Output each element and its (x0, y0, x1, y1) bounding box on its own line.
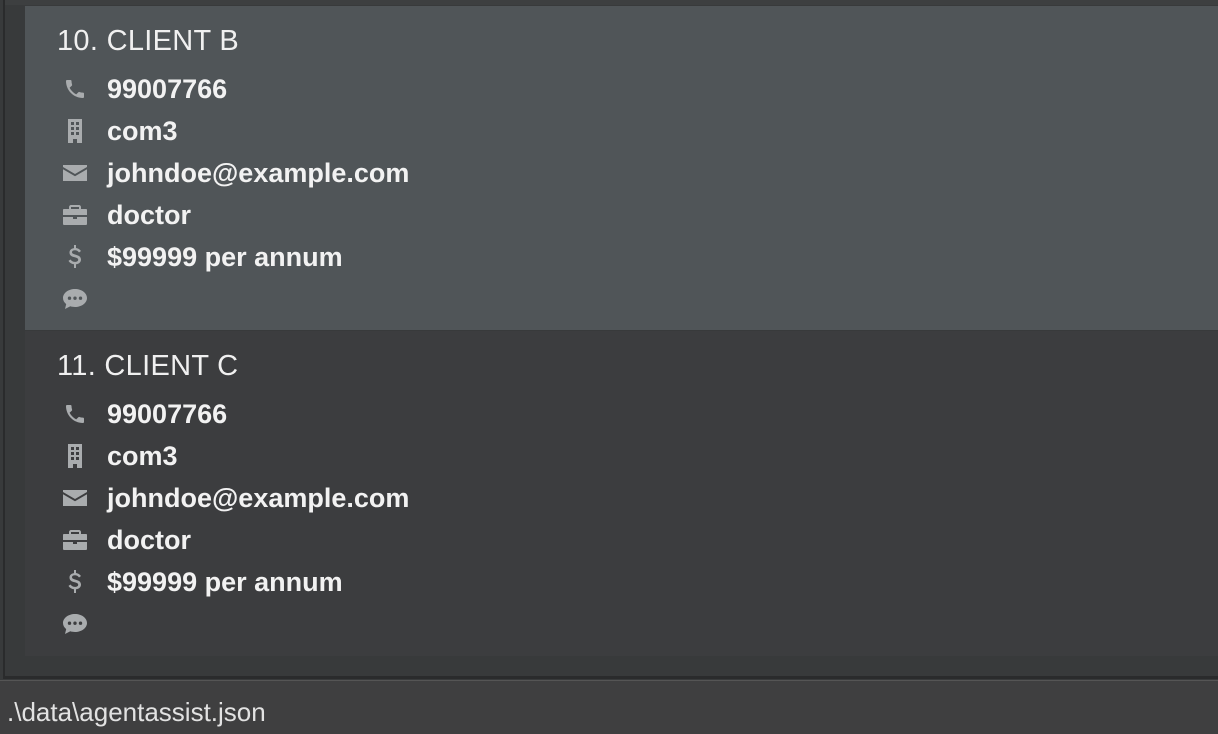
email-value: johndoe@example.com (107, 157, 410, 188)
briefcase-icon (61, 526, 89, 554)
phone-row: 99007766 (61, 399, 227, 429)
building-icon (61, 442, 89, 470)
building-icon (61, 117, 89, 145)
occupation-row: doctor (61, 200, 191, 230)
email-row: johndoe@example.com (61, 158, 409, 188)
comment-icon (61, 610, 89, 638)
client-list[interactable]: 10. CLIENT B 99007766 com3 johndoe@examp… (0, 0, 1218, 680)
company-value: com3 (107, 440, 178, 471)
company-value: com3 (107, 115, 178, 146)
salary-row: $99999 per annum (61, 242, 343, 272)
remark-row (61, 609, 107, 639)
client-card[interactable]: 11. CLIENT C 99007766 com3 johndoe@examp… (25, 331, 1218, 656)
company-row: com3 (61, 441, 178, 471)
company-row: com3 (61, 116, 178, 146)
phone-value: 99007766 (107, 73, 228, 104)
envelope-icon (61, 484, 89, 512)
client-name: 10. CLIENT B (57, 25, 239, 57)
briefcase-icon (61, 201, 89, 229)
email-row: johndoe@example.com (61, 483, 409, 513)
file-path-label: .\data\agentassist.json (7, 697, 266, 727)
email-value: johndoe@example.com (107, 482, 410, 513)
comment-icon (61, 285, 89, 313)
remark-row (61, 284, 107, 314)
client-name: 11. CLIENT C (57, 350, 239, 382)
phone-row: 99007766 (61, 74, 227, 104)
salary-value: $99999 per annum (107, 241, 343, 272)
occupation-value: doctor (107, 524, 191, 555)
envelope-icon (61, 159, 89, 187)
salary-row: $99999 per annum (61, 567, 343, 597)
occupation-value: doctor (107, 199, 191, 230)
salary-value: $99999 per annum (107, 566, 343, 597)
occupation-row: doctor (61, 525, 191, 555)
dollar-icon (61, 243, 89, 271)
phone-icon (61, 75, 89, 103)
app-window: 10. CLIENT B 99007766 com3 johndoe@examp… (0, 0, 1218, 734)
list-top-edge (5, 0, 1218, 5)
phone-icon (61, 400, 89, 428)
status-bar: .\data\agentassist.json (0, 680, 1218, 734)
dollar-icon (61, 568, 89, 596)
client-card[interactable]: 10. CLIENT B 99007766 com3 johndoe@examp… (25, 6, 1218, 330)
phone-value: 99007766 (107, 398, 228, 429)
